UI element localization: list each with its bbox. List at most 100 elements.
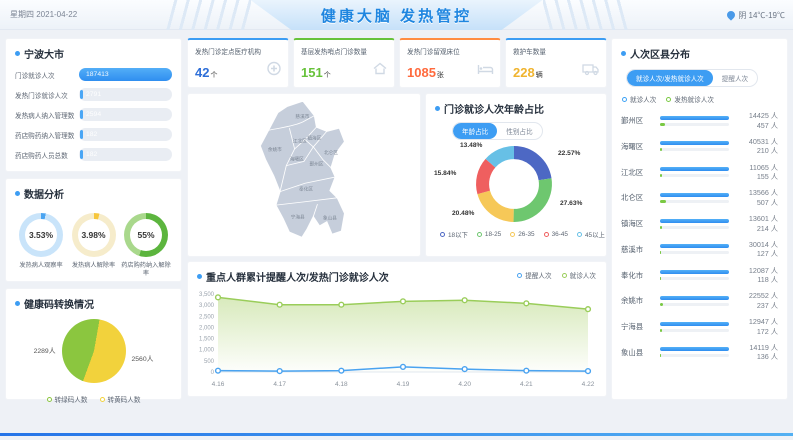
legend-marker-icon xyxy=(476,232,482,237)
svg-text:宁海县: 宁海县 xyxy=(291,214,305,221)
fever-bar-track xyxy=(660,148,729,152)
legend-item[interactable]: 45以上 xyxy=(576,230,605,239)
kpi-unit: 个 xyxy=(210,72,218,79)
visits-bar xyxy=(660,295,729,300)
fever-bar xyxy=(660,122,665,126)
stat-row: 药店购药人员总数 182 xyxy=(15,148,172,161)
legend-item[interactable]: 18以下 xyxy=(440,230,468,239)
visits-value: 13601 人 xyxy=(748,214,778,224)
visits-value: 12087 人 xyxy=(748,265,778,275)
visits-value: 12947 人 xyxy=(748,317,778,327)
svg-text:北仑区: 北仑区 xyxy=(324,149,338,156)
legend-item-green[interactable]: 转绿码人数 xyxy=(46,394,88,404)
donut-pct-label: 27.63% xyxy=(560,200,583,207)
ningbo-district-map[interactable]: 慈溪市余姚市 江北区镇海区海曙区 北仑区鄞州区奉化区宁海县 象山县 xyxy=(244,98,366,254)
donut-pct-label: 15.84% xyxy=(434,170,457,177)
district-name: 余姚市 xyxy=(621,296,644,306)
gauge-release-rate: 3.98% 发热病人解除率 xyxy=(69,213,119,277)
legend-marker-icon xyxy=(561,272,567,278)
gauge-ring: 55% xyxy=(124,213,168,257)
fever-value: 507 人 xyxy=(756,197,778,207)
panel-title-district: 人次区县分布 xyxy=(612,39,787,65)
gauge-label: 发热病人解除率 xyxy=(71,262,116,269)
district-metric-toggle: 就诊人次/发热就诊人次 提醒人次 xyxy=(626,69,759,87)
district-bars xyxy=(660,347,729,358)
legend-marker-icon xyxy=(46,396,52,402)
svg-text:4.19: 4.19 xyxy=(397,381,410,388)
visits-bar xyxy=(660,115,729,120)
visits-value: 11065 人 xyxy=(749,162,778,172)
panel-trend-chart: 重点人群累计提醒人次/发热门诊就诊人次 提醒人次 就诊人次 0 500 1,000 1… xyxy=(187,261,607,397)
svg-text:余姚市: 余姚市 xyxy=(268,146,282,153)
toggle-visits-button[interactable]: 就诊人次/发热就诊人次 xyxy=(627,70,713,86)
fever-bar-track xyxy=(660,277,729,281)
legend-item[interactable]: 36-45 xyxy=(543,230,568,239)
fever-bar xyxy=(660,277,662,281)
pie-graphic xyxy=(61,319,126,383)
legend-item[interactable]: 18-25 xyxy=(476,230,501,239)
legend-label: 转绿码人数 xyxy=(54,397,88,404)
gauge-observe-rate: 3.53% 发热病人观察率 xyxy=(16,213,66,277)
legend-item-fever[interactable]: 发热就诊人次 xyxy=(666,94,714,104)
bullet-icon xyxy=(15,51,20,56)
legend-item[interactable]: 26-35 xyxy=(510,230,535,239)
bullet-icon xyxy=(197,274,202,279)
legend-item-visits[interactable]: 就诊人次 xyxy=(622,94,656,104)
stat-value: 2791 xyxy=(86,91,102,98)
fever-bar xyxy=(660,225,663,229)
district-row: 余姚市 22552 人 237 人 xyxy=(621,291,778,310)
top-header: 星期四 2021-04-22 健康大脑 发热管控 阴 14℃-19℃ xyxy=(0,0,793,30)
donut-graphic xyxy=(476,146,552,222)
legend-item-remind[interactable]: 提醒人次 xyxy=(517,270,552,280)
healthcode-legend: 转绿码人数 转黄码人数 xyxy=(6,394,181,404)
panel-district-distribution: 人次区县分布 就诊人次/发热就诊人次 提醒人次 就诊人次 发热就诊人次 鄞州区 … xyxy=(611,38,788,400)
legend-label: 提醒人次 xyxy=(525,273,552,280)
legend-marker-icon xyxy=(622,96,627,102)
district-bars xyxy=(660,218,729,229)
legend-item-yellow[interactable]: 转黄码人数 xyxy=(99,394,140,404)
gauge-group: 3.53% 发热病人观察率 3.98% 发热病人解除率 55% 药店购药纳入解除… xyxy=(6,205,181,277)
kpi-title: 发热门诊定点医疗机构 xyxy=(195,49,261,56)
toggle-gender-button[interactable]: 性别占比 xyxy=(497,123,541,139)
gauge-ring: 3.98% xyxy=(71,213,116,257)
stat-label: 门诊就诊人次 xyxy=(15,72,55,80)
visits-bar xyxy=(660,192,729,197)
stat-label: 发热门诊就诊人次 xyxy=(15,92,68,100)
kpi-title: 发热门诊留观床位 xyxy=(407,49,460,56)
legend-item-visits[interactable]: 就诊人次 xyxy=(561,270,596,280)
district-values: 30014 人 127 人 xyxy=(734,240,778,259)
panel-title-age: 门诊就诊人次年龄占比 xyxy=(426,94,606,120)
ambulance-icon xyxy=(582,62,600,81)
stat-label: 发热病人纳入管理数 xyxy=(15,112,75,120)
bullet-icon xyxy=(15,191,20,196)
svg-text:1,000: 1,000 xyxy=(199,348,215,354)
district-row: 北仑区 13566 人 507 人 xyxy=(621,188,778,207)
fever-bar-track xyxy=(660,302,729,306)
ningbo-stat-list: 门诊就诊人次 187413 发热门诊就诊人次 2791 发热病人纳入管理数 25… xyxy=(6,65,181,161)
district-name: 慈溪市 xyxy=(621,244,644,254)
stat-bar: 2791 xyxy=(79,88,172,101)
district-bars xyxy=(660,270,729,281)
toggle-remind-button[interactable]: 提醒人次 xyxy=(713,70,757,86)
gauge-ring: 3.53% xyxy=(19,213,63,257)
district-name: 宁海县 xyxy=(621,322,644,332)
fever-bar-track xyxy=(660,225,729,229)
panel-title-text: 数据分析 xyxy=(24,190,64,201)
svg-text:奉化区: 奉化区 xyxy=(299,186,313,193)
svg-text:4.22: 4.22 xyxy=(582,381,595,388)
stat-value: 187413 xyxy=(86,71,109,78)
fever-bar xyxy=(660,148,663,152)
bed-icon xyxy=(477,62,494,81)
visits-bar xyxy=(660,244,729,249)
fever-bar xyxy=(660,174,662,178)
kpi-value: 42 xyxy=(195,65,210,80)
pie-value-green: 2289人 xyxy=(33,348,56,355)
kpi-unit: 辆 xyxy=(535,72,543,79)
weather-drop-icon xyxy=(725,9,737,21)
toggle-age-button[interactable]: 年龄占比 xyxy=(453,123,498,139)
kpi-title: 救护车数量 xyxy=(513,49,546,56)
visits-value: 14119 人 xyxy=(749,342,778,352)
panel-title-healthcode: 健康码转换情况 xyxy=(6,289,181,315)
stat-label: 药店购药人员总数 xyxy=(15,152,68,160)
gauge-value: 3.53% xyxy=(25,219,57,251)
